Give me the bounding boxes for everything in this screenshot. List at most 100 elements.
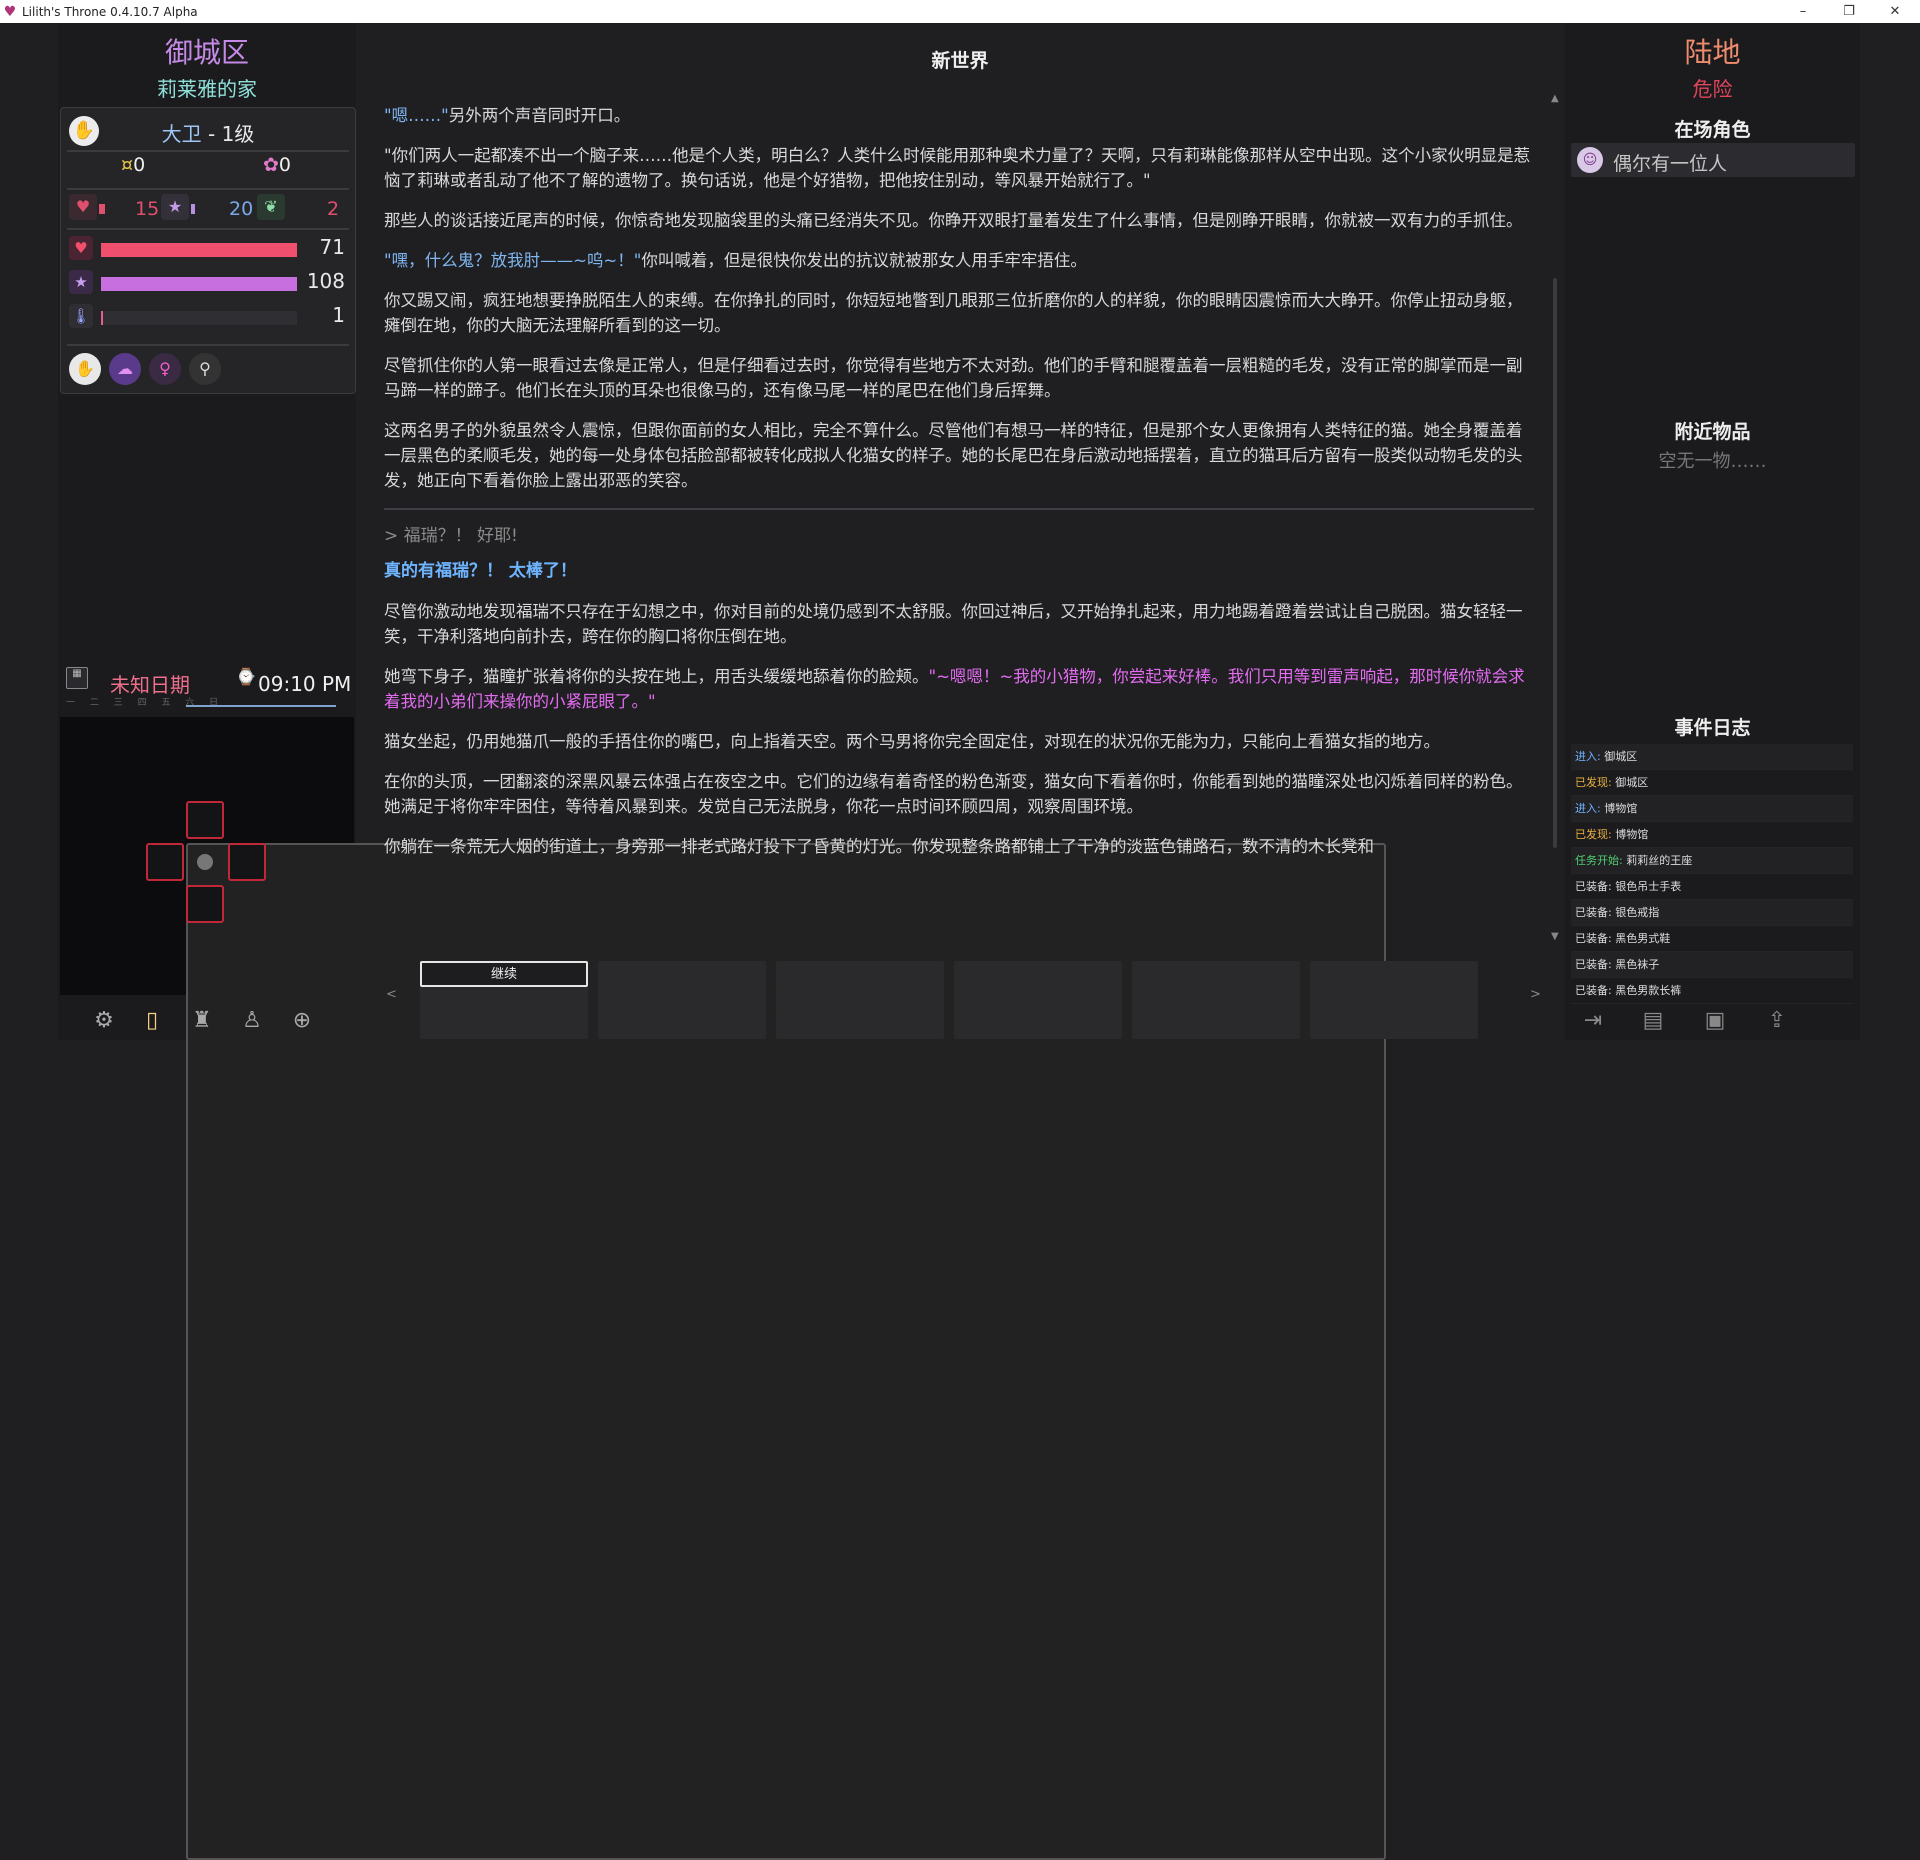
- map-tile-west[interactable]: [146, 843, 184, 881]
- action-slot-14[interactable]: [954, 1013, 1122, 1039]
- export-icon[interactable]: ⇪: [1761, 1005, 1793, 1037]
- time-text: 09:10 PM: [258, 672, 352, 696]
- continue-button[interactable]: 继续: [420, 961, 588, 987]
- action-slot-17[interactable]: [1310, 987, 1478, 1013]
- right-panel: 陆地 危险 在场角色 ☺ 偶尔有一位人 附近物品 空无一物…… 事件日志 进入:…: [1565, 23, 1860, 1040]
- next-page-arrow[interactable]: >: [1530, 987, 1541, 1002]
- arcane-bar: [99, 204, 105, 214]
- action-slot-18[interactable]: [1310, 1013, 1478, 1039]
- storm-status-icon[interactable]: ☁: [109, 353, 141, 385]
- location-header: 御城区 莉莱雅的家: [58, 23, 356, 105]
- prev-page-arrow[interactable]: <: [386, 987, 397, 1002]
- character-card[interactable]: ✋ 大卫 - 1级 ¤0 ✿0 ♥ 15 ★ 20 ❦ 2 ♥ 71 ★ 108…: [60, 107, 356, 394]
- action-slot-15[interactable]: [1132, 1013, 1300, 1039]
- action-slot-3[interactable]: [776, 961, 944, 987]
- minimap[interactable]: [60, 717, 1386, 1860]
- action-slot-2[interactable]: [598, 961, 766, 987]
- event-log-text: 银色戒指: [1611, 906, 1660, 919]
- calendar-icon[interactable]: ▦: [66, 667, 88, 689]
- npc-entry[interactable]: ☺ 偶尔有一位人: [1571, 143, 1855, 177]
- gold-value: 0: [133, 154, 146, 176]
- gold-display: ¤0: [121, 154, 145, 176]
- exit-icon[interactable]: ⇥: [1577, 1005, 1609, 1037]
- story-paragraph: 尽管抓住你的人第一眼看过去像是正常人，但是仔细看过去时，你觉得有些地方不太对劲。…: [384, 356, 1523, 400]
- settings-gear-icon[interactable]: ⚙: [88, 1005, 120, 1037]
- event-log-tag: 任务开始:: [1575, 854, 1623, 867]
- action-slot-12[interactable]: [598, 1013, 766, 1039]
- location-subtitle: 莉莱雅的家: [157, 77, 257, 101]
- essence-icon: ✿: [263, 154, 279, 176]
- event-log-row: 已发现: 御城区: [1571, 770, 1853, 796]
- arcane-heart-icon[interactable]: ♥: [69, 194, 97, 220]
- notes-icon[interactable]: ▤: [1637, 1005, 1669, 1037]
- attribute-row: ♥ 15 ★ 20 ❦ 2: [65, 194, 351, 224]
- feather-status-icon[interactable]: ⚲: [189, 353, 221, 385]
- lust-bar-row[interactable]: 🌡 1: [65, 302, 351, 330]
- event-log-text: 黑色男式鞋: [1611, 932, 1671, 945]
- female-symbol-status-icon[interactable]: ♀: [149, 353, 181, 385]
- action-slot-7[interactable]: [598, 987, 766, 1013]
- story-scrollbar[interactable]: ▲ ▼: [1551, 93, 1559, 945]
- essence-display: ✿0: [263, 154, 291, 176]
- day-progress-line: [186, 705, 336, 707]
- character-icon[interactable]: ♙: [236, 1005, 268, 1037]
- nearby-items-empty: 空无一物……: [1658, 451, 1767, 472]
- narration-text: 另外两个声音同时开口。: [448, 106, 631, 125]
- choice-echo: > 福瑞？！ 好耶!: [384, 526, 518, 546]
- scrollbar-thumb[interactable]: [1553, 278, 1557, 848]
- action-slot-9[interactable]: [954, 987, 1122, 1013]
- divider: [67, 188, 349, 190]
- minimize-button[interactable]: –: [1780, 0, 1826, 23]
- physical-star-icon[interactable]: ★: [161, 194, 189, 220]
- close-button[interactable]: ✕: [1872, 0, 1918, 23]
- main-panel: 新世界 "嗯……"另外两个声音同时开口。 "你们两人一起都凑不出一个脑子来……他…: [360, 23, 1560, 1040]
- narration-text: 她弯下身子，猫瞳扩张着将你的头按在地上，用舌头缓缓地舔着你的脸颊。: [384, 667, 929, 686]
- action-slot-5[interactable]: [1132, 961, 1300, 987]
- map-tile-south[interactable]: [186, 885, 224, 923]
- map-tile-east[interactable]: [228, 843, 266, 881]
- event-log-text: 黑色袜子: [1611, 958, 1660, 971]
- character-row[interactable]: ✋ 大卫 - 1级: [61, 114, 355, 148]
- story-paragraph: 那些人的谈话接近尾声的时候，你惊奇地发现脑袋里的头痛已经消失不见。你睁开双眼打量…: [384, 211, 1523, 230]
- narration-text: 你叫喊着，但是很快你发出的抗议就被那女人用手牢牢捂住。: [641, 251, 1087, 270]
- story-paragraph: "你们两人一起都凑不出一个脑子来……他是个人类，明白么？人类什么时候能用那种奥术…: [384, 143, 1534, 193]
- choice-title: 真的有福瑞？！ 太棒了！: [384, 561, 577, 581]
- action-slot-4[interactable]: [954, 961, 1122, 987]
- event-log-tag: 已装备:: [1575, 906, 1612, 919]
- action-slot-6[interactable]: [420, 987, 588, 1013]
- action-slot-13[interactable]: [776, 1013, 944, 1039]
- inventory-icon[interactable]: ♜: [186, 1005, 218, 1037]
- character-name: 大卫: [161, 122, 202, 146]
- maximize-button[interactable]: ❐: [1826, 0, 1872, 23]
- date-time-bar: ▦ 未知日期 ⌚ 09:10 PM 一 二 三 四 五 六 日: [60, 663, 354, 711]
- player-marker-icon: [197, 854, 213, 870]
- window-titlebar: ♥ Lilith's Throne 0.4.10.7 Alpha – ❐ ✕: [0, 0, 1920, 23]
- wings-icon[interactable]: ❦: [257, 194, 285, 220]
- event-log-row: 已装备: 银色戒指: [1571, 900, 1853, 926]
- scroll-down-arrow-icon[interactable]: ▼: [1551, 931, 1559, 942]
- arcane-value: 15: [135, 198, 160, 220]
- scroll-up-arrow-icon[interactable]: ▲: [1551, 93, 1559, 104]
- nearby-items-header: 附近物品: [1674, 421, 1751, 443]
- event-log-tag: 已装备:: [1575, 880, 1612, 893]
- zoom-map-icon[interactable]: ⊕: [286, 1005, 318, 1037]
- right-toolbar: ⇥ ▤ ▣ ⇪: [1565, 1003, 1860, 1039]
- story-paragraph: 猫女坐起，仍用她猫爪一般的手捂住你的嘴巴，向上指着天空。两个马男将你完全固定住，…: [384, 732, 1440, 751]
- aura-bar-row[interactable]: ★ 108: [65, 268, 351, 296]
- journal-icon[interactable]: ▯: [136, 1005, 168, 1037]
- save-disk-icon[interactable]: ▣: [1699, 1005, 1731, 1037]
- date-text: 未知日期: [110, 673, 190, 697]
- event-log-tag: 已装备:: [1575, 958, 1612, 971]
- story-paragraph: 这两名男子的外貌虽然令人震惊，但跟你面前的女人相比，完全不算什么。尽管他们有想马…: [384, 421, 1523, 490]
- action-slot-11[interactable]: [420, 1013, 588, 1039]
- section-divider: [384, 508, 1534, 510]
- action-slot-8[interactable]: [776, 987, 944, 1013]
- lust-bar-track: [101, 311, 297, 325]
- health-bar-row[interactable]: ♥ 71: [65, 234, 351, 262]
- hand-status-icon[interactable]: ✋: [69, 353, 101, 385]
- event-log-tag: 进入:: [1575, 750, 1601, 763]
- action-slot-16[interactable]: [1310, 961, 1478, 987]
- map-tile-north[interactable]: [186, 801, 224, 839]
- action-slot-10[interactable]: [1132, 987, 1300, 1013]
- story-paragraph: 她弯下身子，猫瞳扩张着将你的头按在地上，用舌头缓缓地舔着你的脸颊。"~嗯嗯！~我…: [384, 664, 1534, 714]
